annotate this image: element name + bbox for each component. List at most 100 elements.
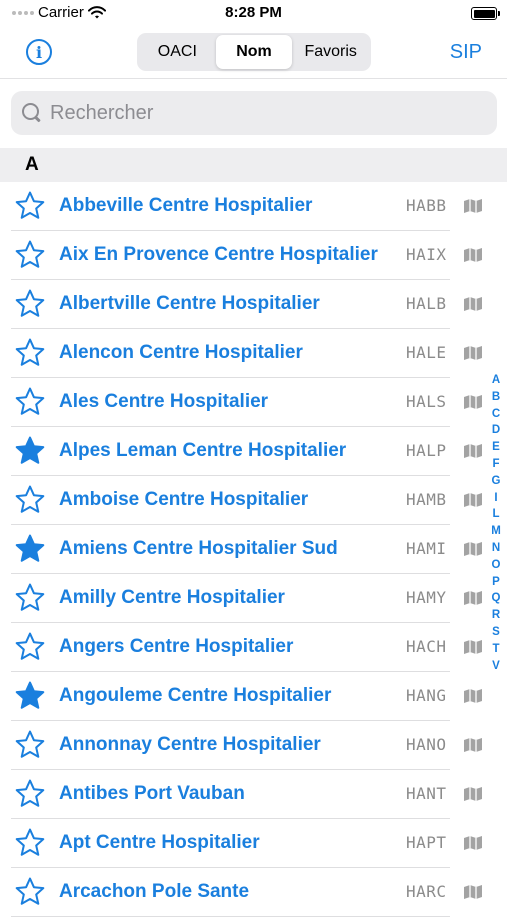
index-letter[interactable]: B <box>492 389 500 406</box>
map-icon[interactable] <box>463 786 483 802</box>
search-placeholder: Rechercher <box>50 101 154 124</box>
search-bar[interactable]: Rechercher <box>11 91 497 135</box>
hospital-name: Aix En Provence Centre Hospitalier <box>59 244 378 265</box>
hospital-name: Alencon Centre Hospitalier <box>59 342 303 363</box>
index-letter[interactable]: P <box>492 574 500 591</box>
star-outline-icon[interactable] <box>14 190 46 222</box>
hospital-code: HANT <box>406 784 447 803</box>
index-letter[interactable]: T <box>492 641 499 658</box>
map-icon[interactable] <box>463 492 483 508</box>
star-outline-icon[interactable] <box>14 631 46 663</box>
hospital-code: HALS <box>406 392 447 411</box>
segment-nom[interactable]: Nom <box>215 35 293 69</box>
index-letter[interactable]: S <box>492 624 500 641</box>
map-icon[interactable] <box>463 198 483 214</box>
star-outline-icon[interactable] <box>14 386 46 418</box>
map-icon[interactable] <box>463 541 483 557</box>
list-item[interactable]: Alpes Leman Centre Hospitalier HALP <box>0 427 507 476</box>
segment-favoris[interactable]: Favoris <box>292 35 369 69</box>
segmented-control: OACI Nom Favoris <box>137 33 371 71</box>
hospital-code: HARC <box>406 882 447 901</box>
index-letter[interactable]: F <box>492 456 499 473</box>
map-icon[interactable] <box>463 443 483 459</box>
star-outline-icon[interactable] <box>14 778 46 810</box>
map-icon[interactable] <box>463 688 483 704</box>
map-icon[interactable] <box>463 835 483 851</box>
list-item[interactable]: Amboise Centre Hospitalier HAMB <box>0 476 507 525</box>
hospital-code: HAMB <box>406 490 447 509</box>
star-filled-icon[interactable] <box>14 680 46 712</box>
index-letter[interactable]: I <box>494 490 497 507</box>
hospital-name: Apt Centre Hospitalier <box>59 832 260 853</box>
map-icon[interactable] <box>463 394 483 410</box>
index-letter[interactable]: V <box>492 658 500 675</box>
index-letter[interactable]: C <box>492 406 500 423</box>
index-letter[interactable]: M <box>491 523 501 540</box>
hospital-name: Amboise Centre Hospitalier <box>59 489 309 510</box>
index-letter[interactable]: Q <box>492 590 501 607</box>
map-icon[interactable] <box>463 345 483 361</box>
hospital-code: HACH <box>406 637 447 656</box>
list-item[interactable]: Aix En Provence Centre Hospitalier HAIX <box>0 231 507 280</box>
sip-button[interactable]: SIP <box>450 41 482 64</box>
list-item[interactable]: Antibes Port Vauban HANT <box>0 770 507 819</box>
hospital-name: Antibes Port Vauban <box>59 783 245 804</box>
map-icon[interactable] <box>463 247 483 263</box>
index-letter[interactable]: R <box>492 607 500 624</box>
list-item[interactable]: Abbeville Centre Hospitalier HABB <box>0 182 507 231</box>
hospital-name: Alpes Leman Centre Hospitalier <box>59 440 347 461</box>
star-outline-icon[interactable] <box>14 288 46 320</box>
index-letter[interactable]: L <box>492 506 499 523</box>
map-icon[interactable] <box>463 884 483 900</box>
alphabet-index[interactable]: ABCDEFGILMNOPQRSTV <box>489 372 503 674</box>
star-filled-icon[interactable] <box>14 435 46 467</box>
hospital-list: Abbeville Centre Hospitalier HABB Aix En P… <box>0 182 507 917</box>
index-letter[interactable]: G <box>492 473 501 490</box>
star-outline-icon[interactable] <box>14 876 46 908</box>
star-outline-icon[interactable] <box>14 337 46 369</box>
hospital-code: HALP <box>406 441 447 460</box>
list-item[interactable]: Arcachon Pole Sante HARC <box>0 868 507 917</box>
hospital-code: HANO <box>406 735 447 754</box>
section-header: A <box>0 148 507 182</box>
index-letter[interactable]: N <box>492 540 500 557</box>
list-item[interactable]: Alencon Centre Hospitalier HALE <box>0 329 507 378</box>
list-item[interactable]: Angers Centre Hospitalier HACH <box>0 623 507 672</box>
index-letter[interactable]: D <box>492 422 500 439</box>
list-item[interactable]: Apt Centre Hospitalier HAPT <box>0 819 507 868</box>
star-outline-icon[interactable] <box>14 582 46 614</box>
list-item[interactable]: Angouleme Centre Hospitalier HANG <box>0 672 507 721</box>
index-letter[interactable]: A <box>492 372 500 389</box>
hospital-name: Amilly Centre Hospitalier <box>59 587 285 608</box>
segment-oaci[interactable]: OACI <box>139 35 216 69</box>
list-item[interactable]: Amilly Centre Hospitalier HAMY <box>0 574 507 623</box>
index-letter[interactable]: O <box>492 557 501 574</box>
hospital-code: HABB <box>406 196 447 215</box>
map-icon[interactable] <box>463 590 483 606</box>
hospital-code: HAMY <box>406 588 447 607</box>
star-outline-icon[interactable] <box>14 484 46 516</box>
star-outline-icon[interactable] <box>14 827 46 859</box>
map-icon[interactable] <box>463 737 483 753</box>
list-item[interactable]: Ales Centre Hospitalier HALS <box>0 378 507 427</box>
list-item[interactable]: Annonnay Centre Hospitalier HANO <box>0 721 507 770</box>
hospital-name: Angouleme Centre Hospitalier <box>59 685 332 706</box>
index-letter[interactable]: E <box>492 439 500 456</box>
map-icon[interactable] <box>463 639 483 655</box>
star-filled-icon[interactable] <box>14 533 46 565</box>
star-outline-icon[interactable] <box>14 239 46 271</box>
navigation-bar: i OACI Nom Favoris SIP <box>0 26 507 78</box>
info-button[interactable]: i <box>26 39 52 65</box>
star-outline-icon[interactable] <box>14 729 46 761</box>
status-bar: Carrier 8:28 PM <box>0 0 507 26</box>
hospital-name: Ales Centre Hospitalier <box>59 391 269 412</box>
hospital-code: HALB <box>406 294 447 313</box>
search-icon <box>21 102 43 124</box>
map-icon[interactable] <box>463 296 483 312</box>
list-item[interactable]: Albertville Centre Hospitalier HALB <box>0 280 507 329</box>
hospital-name: Annonnay Centre Hospitalier <box>59 734 321 755</box>
list-item[interactable]: Amiens Centre Hospitalier Sud HAMI <box>0 525 507 574</box>
hospital-code: HALE <box>406 343 447 362</box>
nav-divider <box>0 78 507 79</box>
hospital-name: Abbeville Centre Hospitalier <box>59 195 313 216</box>
